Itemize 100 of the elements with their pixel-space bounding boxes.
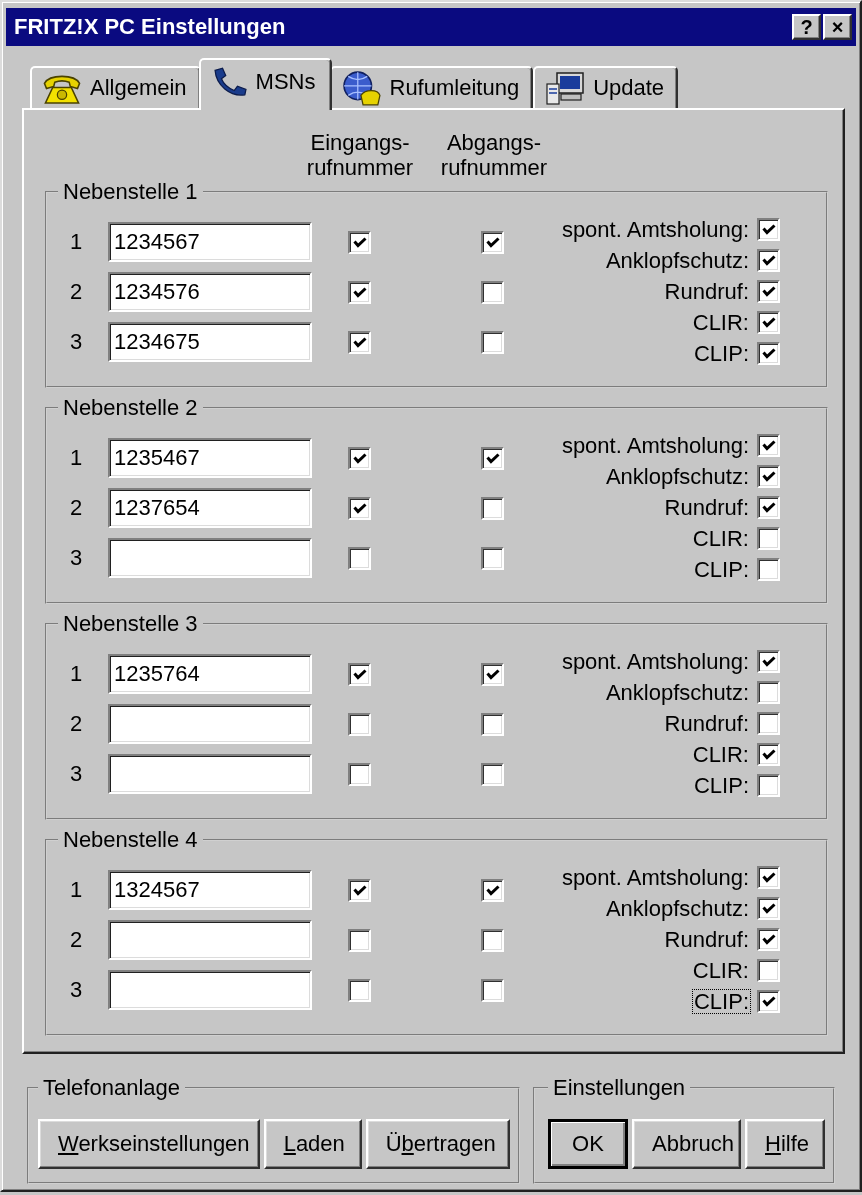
option-label: Rundruf: xyxy=(663,495,750,520)
option-checkbox[interactable] xyxy=(757,496,780,519)
option-checkbox[interactable] xyxy=(757,249,780,272)
outgoing-checkbox[interactable] xyxy=(481,280,504,304)
option-checkbox[interactable] xyxy=(757,434,780,457)
option-checkbox[interactable] xyxy=(757,928,780,951)
option-checkbox[interactable] xyxy=(757,712,780,735)
option-label: Anklopfschutz: xyxy=(604,680,750,705)
row-number: 3 xyxy=(69,977,84,1003)
incoming-checkbox[interactable] xyxy=(348,330,371,354)
incoming-checkbox[interactable] xyxy=(348,978,371,1002)
column-header: Abgangs- rufnummer xyxy=(439,130,549,180)
outgoing-checkbox[interactable] xyxy=(481,330,504,354)
msn-input-field[interactable]: 1324567 xyxy=(108,870,312,910)
msn-input-field[interactable]: 1234576 xyxy=(108,272,312,312)
checkmark-icon xyxy=(761,872,776,883)
incoming-checkbox[interactable] xyxy=(348,230,371,254)
title-bar-button[interactable]: ? xyxy=(792,14,821,40)
outgoing-checkbox[interactable] xyxy=(481,712,504,736)
group-title: Nebenstelle 1 xyxy=(62,180,199,204)
incoming-checkbox[interactable] xyxy=(348,762,371,786)
row-number: 2 xyxy=(69,279,84,305)
msn-input-field[interactable]: 1235467 xyxy=(108,438,312,478)
row-number: 1 xyxy=(69,229,84,255)
option-checkbox[interactable] xyxy=(757,465,780,488)
outgoing-checkbox[interactable] xyxy=(481,230,504,254)
row-number: 1 xyxy=(69,445,84,471)
option-checkbox[interactable] xyxy=(757,558,780,581)
option-checkbox[interactable] xyxy=(757,866,780,889)
dialog-button[interactable]: OK xyxy=(548,1119,628,1169)
tab[interactable]: Rufumleitung xyxy=(329,66,534,108)
outgoing-checkbox[interactable] xyxy=(481,446,504,470)
incoming-checkbox[interactable] xyxy=(348,280,371,304)
msn-input-field[interactable] xyxy=(108,538,312,578)
incoming-checkbox[interactable] xyxy=(348,662,371,686)
dialog-button[interactable]: Werkseinstellungen xyxy=(38,1119,260,1169)
checkmark-icon xyxy=(485,668,500,680)
option-checkbox[interactable] xyxy=(757,743,780,766)
msn-input-field[interactable] xyxy=(108,754,312,794)
handset-icon xyxy=(213,67,247,97)
option-checkbox[interactable] xyxy=(757,959,780,982)
msn-input-field[interactable]: 1234567 xyxy=(108,222,312,262)
msn-input-field[interactable] xyxy=(108,704,312,744)
incoming-checkbox[interactable] xyxy=(348,496,371,520)
option-label: spont. Amtsholung: xyxy=(560,865,750,890)
group-title: Nebenstelle 4 xyxy=(62,828,199,852)
group-title: Nebenstelle 2 xyxy=(62,396,199,420)
option-label: Anklopfschutz: xyxy=(604,896,750,921)
dialog-button[interactable]: Abbruch xyxy=(632,1119,741,1169)
outgoing-checkbox[interactable] xyxy=(481,662,504,686)
incoming-checkbox[interactable] xyxy=(348,712,371,736)
checkmark-icon xyxy=(761,656,776,667)
option-checkbox[interactable] xyxy=(757,681,780,704)
option-checkbox[interactable] xyxy=(757,311,780,334)
tab[interactable]: Allgemein xyxy=(30,66,201,108)
option-checkbox[interactable] xyxy=(757,342,780,365)
incoming-checkbox[interactable] xyxy=(348,446,371,470)
checkmark-icon xyxy=(761,440,776,451)
row-number: 3 xyxy=(69,545,84,571)
checkmark-icon xyxy=(352,502,367,514)
dialog-button[interactable]: Hilfe xyxy=(745,1119,825,1169)
option-checkbox[interactable] xyxy=(757,990,780,1013)
checkmark-icon xyxy=(761,224,776,235)
incoming-checkbox[interactable] xyxy=(348,878,371,902)
group-title: Telefonanlage xyxy=(42,1076,181,1100)
option-checkbox[interactable] xyxy=(757,774,780,797)
option-checkbox[interactable] xyxy=(757,280,780,303)
outgoing-checkbox[interactable] xyxy=(481,978,504,1002)
outgoing-checkbox[interactable] xyxy=(481,878,504,902)
checkmark-icon xyxy=(485,452,500,464)
checkmark-icon xyxy=(761,348,776,359)
msn-input-field[interactable] xyxy=(108,920,312,960)
dialog-button[interactable]: Laden xyxy=(263,1119,362,1169)
msn-input-field[interactable] xyxy=(108,970,312,1010)
window-title: FRITZ!X PC Einstellungen xyxy=(14,14,287,40)
checkmark-icon xyxy=(761,996,776,1007)
option-checkbox[interactable] xyxy=(757,527,780,550)
outgoing-checkbox[interactable] xyxy=(481,546,504,570)
checkmark-icon xyxy=(352,884,367,896)
option-label: Rundruf: xyxy=(663,711,750,736)
option-label: CLIR: xyxy=(691,742,750,767)
title-bar-button[interactable]: × xyxy=(823,14,852,40)
outgoing-checkbox[interactable] xyxy=(481,762,504,786)
dialog-button[interactable]: Übertragen xyxy=(365,1119,510,1169)
outgoing-checkbox[interactable] xyxy=(481,496,504,520)
outgoing-checkbox[interactable] xyxy=(481,928,504,952)
msn-input-field[interactable]: 1237654 xyxy=(108,488,312,528)
msn-input-field[interactable]: 1235764 xyxy=(108,654,312,694)
incoming-checkbox[interactable] xyxy=(348,928,371,952)
incoming-checkbox[interactable] xyxy=(348,546,371,570)
row-number: 2 xyxy=(69,495,84,521)
checkmark-icon xyxy=(485,884,500,896)
option-checkbox[interactable] xyxy=(757,650,780,673)
checkmark-icon xyxy=(761,749,776,760)
tab[interactable]: Update xyxy=(533,66,679,108)
option-checkbox[interactable] xyxy=(757,218,780,241)
option-checkbox[interactable] xyxy=(757,897,780,920)
checkmark-icon xyxy=(761,903,776,914)
msn-input-field[interactable]: 1234675 xyxy=(108,322,312,362)
tab[interactable]: MSNs xyxy=(198,58,332,110)
